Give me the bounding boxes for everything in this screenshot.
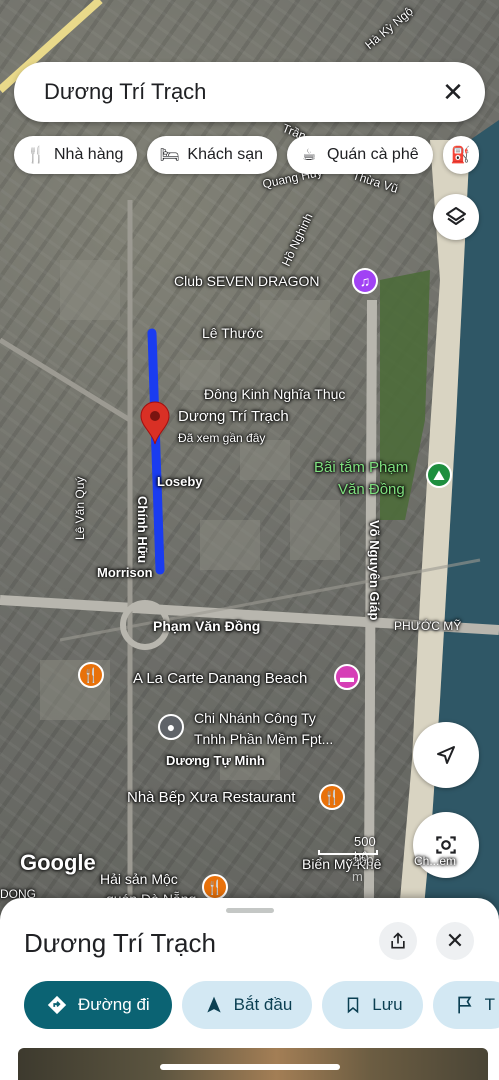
map-label-a-la-carte: A La Carte Danang Beach xyxy=(133,670,308,687)
hotel-icon: 🛏 xyxy=(159,147,180,164)
map-label-duong-tu-minh: Dương Tự Minh xyxy=(166,753,265,768)
action-buttons: Đường đi Bắt đầu Lưu T xyxy=(24,981,499,1029)
map-label-chi-nhanh-2: Tnhh Phần Mềm Fpt... xyxy=(194,731,334,747)
layers-icon xyxy=(446,207,466,225)
start-button[interactable]: Bắt đầu xyxy=(181,981,313,1029)
map-label-le-van-quy: Lê Văn Quý xyxy=(73,476,87,540)
restaurant-poi-icon[interactable]: 🍴 xyxy=(78,662,104,688)
category-chips: 🍴 Nhà hàng 🛏 Khách sạn ☕ Quán cà phê ⛽ xyxy=(14,136,479,174)
map-label-dong-kinh: Đông Kinh Nghĩa Thục xyxy=(204,386,346,402)
navigation-icon xyxy=(207,996,221,1013)
home-indicator[interactable] xyxy=(160,1064,340,1070)
lens-label: Ch...em xyxy=(414,854,457,868)
close-icon[interactable]: ✕ xyxy=(439,77,467,107)
map-label-pham-van-dong: Phạm Văn Đồng xyxy=(153,618,261,634)
map-label-le-thuoc: Lê Thước xyxy=(202,325,264,341)
sheet-drag-handle[interactable] xyxy=(226,908,274,913)
scale-sub-label: 200 m xyxy=(352,854,374,884)
map-label-bai-tam-2: Văn Đồng xyxy=(338,481,405,498)
club-poi-icon[interactable]: ♫ xyxy=(352,268,378,294)
chip-hotels[interactable]: 🛏 Khách sạn xyxy=(147,136,277,174)
restaurant-poi-icon-2[interactable]: 🍴 xyxy=(319,784,345,810)
share-icon xyxy=(391,932,405,949)
search-query[interactable]: Dương Trí Trạch xyxy=(44,79,439,105)
flag-button[interactable]: T xyxy=(432,981,499,1029)
place-bottom-sheet[interactable]: Dương Trí Trạch ✕ Đường đi Bắt đầu Lưu T xyxy=(0,898,499,1080)
map-label-nha-bep: Nhà Bếp Xưa Restaurant xyxy=(127,789,296,806)
map-label-selected-sub: Đã xem gần đây xyxy=(178,431,266,445)
map-label-vo-nguyen-giap: Võ Nguyên Giáp xyxy=(367,520,382,621)
map-label-phuoc-my: PHƯỚC MỸ xyxy=(394,619,462,633)
directions-button[interactable]: Đường đi xyxy=(24,981,172,1029)
save-button[interactable]: Lưu xyxy=(322,981,423,1029)
close-icon: ✕ xyxy=(445,928,465,953)
beach-poi-icon[interactable]: ⛰ xyxy=(426,462,452,488)
chip-label: Quán cà phê xyxy=(327,146,419,163)
bookmark-icon xyxy=(348,997,359,1014)
share-button[interactable] xyxy=(379,922,417,960)
start-label: Bắt đầu xyxy=(233,995,293,1014)
chip-gas[interactable]: ⛽ xyxy=(442,136,479,174)
map-label-morrison: Morrison xyxy=(97,565,153,580)
gas-station-icon: ⛽ xyxy=(450,147,471,164)
close-sheet-button[interactable]: ✕ xyxy=(436,922,474,960)
search-bar[interactable]: Dương Trí Trạch ✕ xyxy=(14,62,485,122)
flag-icon xyxy=(457,996,472,1014)
flag-label: T xyxy=(484,995,495,1014)
directions-label: Đường đi xyxy=(78,995,150,1014)
restaurant-icon: 🍴 xyxy=(26,147,46,164)
map-label-chi-nhanh-1: Chi Nhánh Công Ty xyxy=(194,710,316,726)
google-logo: Google xyxy=(20,850,96,875)
place-poi-icon[interactable]: ● xyxy=(158,714,184,740)
restaurant-poi-icon-3[interactable]: 🍴 xyxy=(202,874,228,900)
map-label-bai-tam-1: Bãi tắm Phạm xyxy=(314,459,409,476)
chip-cafes[interactable]: ☕ Quán cà phê xyxy=(287,136,433,174)
directions-icon xyxy=(47,995,67,1015)
layers-button[interactable] xyxy=(433,194,479,240)
map-label-hai-san-1: Hải sản Mộc xyxy=(100,871,178,887)
save-label: Lưu xyxy=(372,995,403,1014)
map-label-loseby: Loseby xyxy=(157,474,203,489)
map-label-selected-name: Dương Trí Trạch xyxy=(178,408,289,425)
chip-label: Nhà hàng xyxy=(54,146,124,163)
hotel-poi-icon[interactable]: ▬ xyxy=(334,664,360,690)
map-label-chinh-huu: Chính Hữu xyxy=(135,496,150,564)
navigation-arrow-icon xyxy=(437,746,455,764)
cafe-icon: ☕ xyxy=(301,147,317,164)
chip-label: Khách sạn xyxy=(187,146,263,163)
map-label-club: Club SEVEN DRAGON xyxy=(174,273,320,289)
place-title: Dương Trí Trạch xyxy=(24,928,216,958)
chip-restaurants[interactable]: 🍴 Nhà hàng xyxy=(14,136,138,174)
my-location-button[interactable] xyxy=(413,722,479,788)
